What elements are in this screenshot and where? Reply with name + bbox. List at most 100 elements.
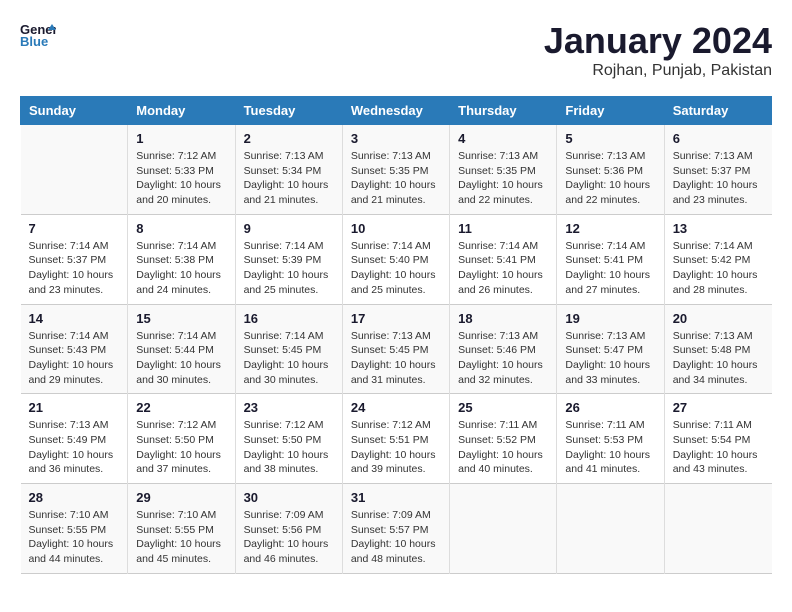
col-saturday: Saturday <box>664 97 771 125</box>
day-number: 23 <box>244 400 334 415</box>
col-sunday: Sunday <box>21 97 128 125</box>
calendar-cell: 11 Sunrise: 7:14 AM Sunset: 5:41 PM Dayli… <box>450 214 557 304</box>
day-info: Sunrise: 7:14 AM Sunset: 5:44 PM Dayligh… <box>136 329 226 388</box>
day-info: Sunrise: 7:14 AM Sunset: 5:39 PM Dayligh… <box>244 239 334 298</box>
day-number: 16 <box>244 311 334 326</box>
day-number: 6 <box>673 131 764 146</box>
day-number: 30 <box>244 490 334 505</box>
day-info: Sunrise: 7:13 AM Sunset: 5:45 PM Dayligh… <box>351 329 441 388</box>
day-info: Sunrise: 7:09 AM Sunset: 5:57 PM Dayligh… <box>351 508 441 567</box>
day-number: 14 <box>29 311 120 326</box>
day-number: 18 <box>458 311 548 326</box>
calendar-cell: 7 Sunrise: 7:14 AM Sunset: 5:37 PM Daylig… <box>21 214 128 304</box>
day-number: 8 <box>136 221 226 236</box>
day-info: Sunrise: 7:14 AM Sunset: 5:41 PM Dayligh… <box>458 239 548 298</box>
calendar-cell: 27 Sunrise: 7:11 AM Sunset: 5:54 PM Dayli… <box>664 394 771 484</box>
calendar-cell: 1 Sunrise: 7:12 AM Sunset: 5:33 PM Daylig… <box>128 125 235 215</box>
calendar-cell: 30 Sunrise: 7:09 AM Sunset: 5:56 PM Dayli… <box>235 484 342 574</box>
calendar-title: January 2024 <box>544 20 772 62</box>
calendar-cell: 26 Sunrise: 7:11 AM Sunset: 5:53 PM Dayli… <box>557 394 664 484</box>
day-number: 1 <box>136 131 226 146</box>
calendar-cell: 16 Sunrise: 7:14 AM Sunset: 5:45 PM Dayli… <box>235 304 342 394</box>
day-info: Sunrise: 7:10 AM Sunset: 5:55 PM Dayligh… <box>136 508 226 567</box>
calendar-cell: 4Sunrise: 7:13 AM Sunset: 5:35 PM Daylig… <box>450 125 557 215</box>
calendar-cell: 24 Sunrise: 7:12 AM Sunset: 5:51 PM Dayli… <box>342 394 449 484</box>
day-number: 7 <box>29 221 120 236</box>
calendar-cell: 22Sunrise: 7:12 AM Sunset: 5:50 PM Dayli… <box>128 394 235 484</box>
day-info: Sunrise: 7:13 AM Sunset: 5:48 PM Dayligh… <box>673 329 764 388</box>
day-info: Sunrise: 7:12 AM Sunset: 5:51 PM Dayligh… <box>351 418 441 477</box>
svg-text:Blue: Blue <box>20 34 48 48</box>
calendar-cell: 29Sunrise: 7:10 AM Sunset: 5:55 PM Dayli… <box>128 484 235 574</box>
day-number: 26 <box>565 400 655 415</box>
calendar-cell: 18 Sunrise: 7:13 AM Sunset: 5:46 PM Dayli… <box>450 304 557 394</box>
day-number: 3 <box>351 131 441 146</box>
calendar-week-row: 7 Sunrise: 7:14 AM Sunset: 5:37 PM Daylig… <box>21 214 772 304</box>
calendar-week-row: 14 Sunrise: 7:14 AM Sunset: 5:43 PM Dayli… <box>21 304 772 394</box>
day-number: 13 <box>673 221 764 236</box>
day-info: Sunrise: 7:13 AM Sunset: 5:36 PM Dayligh… <box>565 149 655 208</box>
calendar-subtitle: Rojhan, Punjab, Pakistan <box>544 62 772 80</box>
day-number: 20 <box>673 311 764 326</box>
calendar-cell: 13 Sunrise: 7:14 AM Sunset: 5:42 PM Dayli… <box>664 214 771 304</box>
day-info: Sunrise: 7:12 AM Sunset: 5:50 PM Dayligh… <box>136 418 226 477</box>
day-info: Sunrise: 7:14 AM Sunset: 5:43 PM Dayligh… <box>29 329 120 388</box>
day-info: Sunrise: 7:11 AM Sunset: 5:52 PM Dayligh… <box>458 418 548 477</box>
day-info: Sunrise: 7:14 AM Sunset: 5:38 PM Dayligh… <box>136 239 226 298</box>
day-info: Sunrise: 7:14 AM Sunset: 5:37 PM Dayligh… <box>29 239 120 298</box>
day-info: Sunrise: 7:13 AM Sunset: 5:37 PM Dayligh… <box>673 149 764 208</box>
calendar-cell: 21Sunrise: 7:13 AM Sunset: 5:49 PM Dayli… <box>21 394 128 484</box>
day-number: 28 <box>29 490 120 505</box>
day-number: 24 <box>351 400 441 415</box>
day-number: 11 <box>458 221 548 236</box>
calendar-cell: 8 Sunrise: 7:14 AM Sunset: 5:38 PM Daylig… <box>128 214 235 304</box>
day-info: Sunrise: 7:12 AM Sunset: 5:33 PM Dayligh… <box>136 149 226 208</box>
calendar-cell: 23 Sunrise: 7:12 AM Sunset: 5:50 PM Dayli… <box>235 394 342 484</box>
day-info: Sunrise: 7:13 AM Sunset: 5:46 PM Dayligh… <box>458 329 548 388</box>
col-wednesday: Wednesday <box>342 97 449 125</box>
calendar-week-row: 28 Sunrise: 7:10 AM Sunset: 5:55 PM Dayli… <box>21 484 772 574</box>
day-number: 21 <box>29 400 120 415</box>
col-monday: Monday <box>128 97 235 125</box>
calendar-cell: 2Sunrise: 7:13 AM Sunset: 5:34 PM Daylig… <box>235 125 342 215</box>
calendar-header-row: Sunday Monday Tuesday Wednesday Thursday… <box>21 97 772 125</box>
calendar-cell: 6 Sunrise: 7:13 AM Sunset: 5:37 PM Daylig… <box>664 125 771 215</box>
calendar-cell <box>450 484 557 574</box>
calendar-cell: 28Sunrise: 7:10 AM Sunset: 5:55 PM Dayli… <box>21 484 128 574</box>
calendar-week-row: 1 Sunrise: 7:12 AM Sunset: 5:33 PM Daylig… <box>21 125 772 215</box>
day-number: 9 <box>244 221 334 236</box>
calendar-cell: 31 Sunrise: 7:09 AM Sunset: 5:57 PM Dayli… <box>342 484 449 574</box>
calendar-cell: 5Sunrise: 7:13 AM Sunset: 5:36 PM Daylig… <box>557 125 664 215</box>
day-info: Sunrise: 7:09 AM Sunset: 5:56 PM Dayligh… <box>244 508 334 567</box>
day-number: 31 <box>351 490 441 505</box>
day-number: 19 <box>565 311 655 326</box>
calendar-cell <box>21 125 128 215</box>
calendar-cell: 17 Sunrise: 7:13 AM Sunset: 5:45 PM Dayli… <box>342 304 449 394</box>
day-number: 2 <box>244 131 334 146</box>
day-number: 15 <box>136 311 226 326</box>
calendar-cell <box>557 484 664 574</box>
day-info: Sunrise: 7:14 AM Sunset: 5:42 PM Dayligh… <box>673 239 764 298</box>
calendar-table: Sunday Monday Tuesday Wednesday Thursday… <box>20 96 772 574</box>
col-friday: Friday <box>557 97 664 125</box>
title-block: January 2024 Rojhan, Punjab, Pakistan <box>544 20 772 80</box>
day-info: Sunrise: 7:11 AM Sunset: 5:54 PM Dayligh… <box>673 418 764 477</box>
day-info: Sunrise: 7:13 AM Sunset: 5:35 PM Dayligh… <box>351 149 441 208</box>
calendar-cell: 12Sunrise: 7:14 AM Sunset: 5:41 PM Dayli… <box>557 214 664 304</box>
calendar-week-row: 21Sunrise: 7:13 AM Sunset: 5:49 PM Dayli… <box>21 394 772 484</box>
calendar-cell: 3 Sunrise: 7:13 AM Sunset: 5:35 PM Daylig… <box>342 125 449 215</box>
day-number: 17 <box>351 311 441 326</box>
day-number: 27 <box>673 400 764 415</box>
day-number: 10 <box>351 221 441 236</box>
calendar-cell: 25 Sunrise: 7:11 AM Sunset: 5:52 PM Dayli… <box>450 394 557 484</box>
day-info: Sunrise: 7:13 AM Sunset: 5:35 PM Dayligh… <box>458 149 548 208</box>
day-number: 25 <box>458 400 548 415</box>
day-info: Sunrise: 7:14 AM Sunset: 5:45 PM Dayligh… <box>244 329 334 388</box>
day-info: Sunrise: 7:11 AM Sunset: 5:53 PM Dayligh… <box>565 418 655 477</box>
day-info: Sunrise: 7:12 AM Sunset: 5:50 PM Dayligh… <box>244 418 334 477</box>
col-thursday: Thursday <box>450 97 557 125</box>
day-number: 12 <box>565 221 655 236</box>
calendar-cell: 19Sunrise: 7:13 AM Sunset: 5:47 PM Dayli… <box>557 304 664 394</box>
logo: General Blue <box>20 20 56 48</box>
calendar-cell: 15 Sunrise: 7:14 AM Sunset: 5:44 PM Dayli… <box>128 304 235 394</box>
